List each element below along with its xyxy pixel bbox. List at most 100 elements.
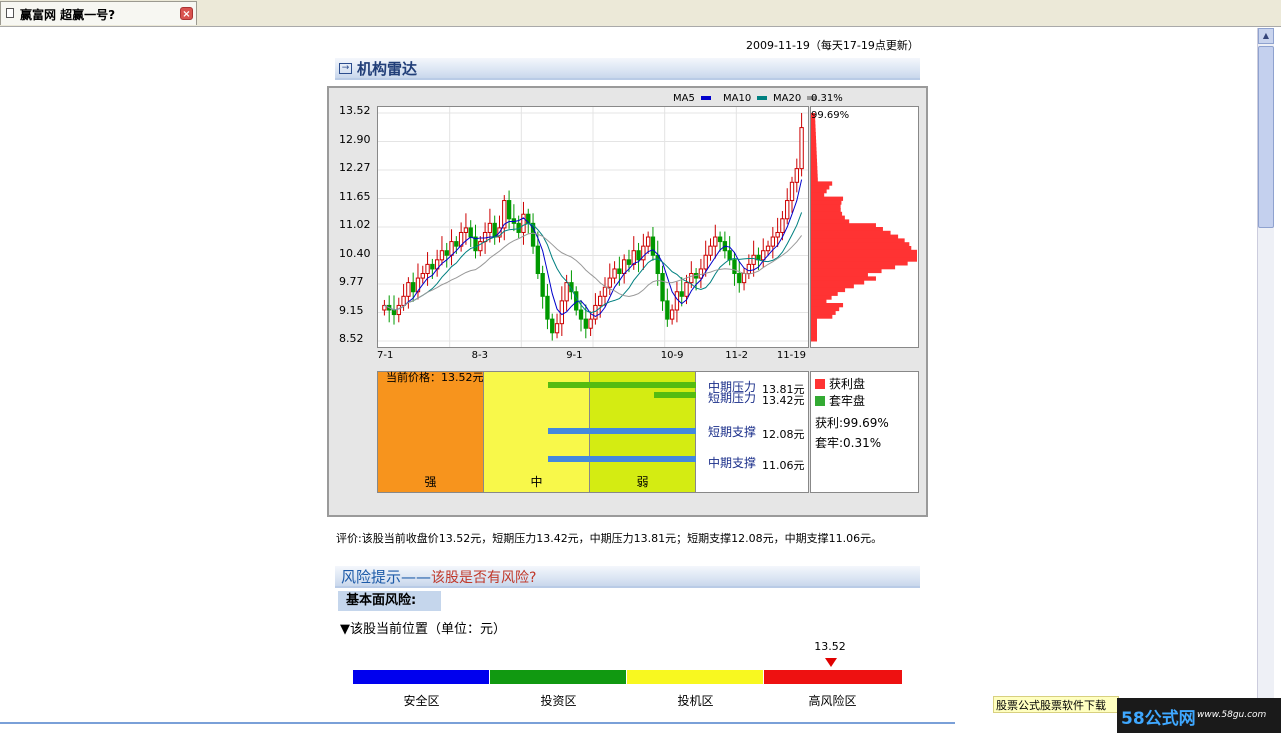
candle-body [449,241,454,256]
band-safe [353,670,489,684]
chip-bar [811,295,832,300]
chip-bar [811,257,917,262]
candle-body [741,273,747,284]
chip-bar [811,120,816,125]
band-high-risk [764,670,902,684]
site-logo[interactable]: 58公式网 www.58gu.com [1117,698,1281,733]
chip-bar [811,242,910,247]
chip-bar [811,173,818,179]
candle-body [765,245,771,252]
candle-body [621,259,627,275]
chip-bar [811,268,882,274]
candle-body [406,282,411,297]
chip-bar [811,234,899,239]
candle-body [636,250,641,261]
trapped-ratio: 套牢:0.31% [815,436,882,450]
candle-body [420,273,425,279]
candle-body [607,277,612,288]
candle-body [540,273,545,297]
chip-bar [811,310,836,315]
logo-text: 58公式网 [1121,709,1196,729]
y-tick-label: 8.52 [339,332,364,345]
candle-body [645,236,651,247]
scroll-up-icon[interactable]: ▲ [1258,28,1274,44]
price-chart [377,106,809,348]
candle-body [660,273,665,302]
chip-bar [811,333,817,338]
chip-bar [811,204,841,209]
chip-bar [811,272,868,277]
candle-body [679,291,684,297]
candle-body [698,268,704,279]
candle-body [583,318,588,329]
candle-body [669,309,675,320]
chip-bar [811,124,816,129]
candle-body [631,250,636,265]
browser-tab[interactable]: 赢富网 超赢一号? × [0,1,197,25]
fundamental-risk-label: 基本面风险: [338,591,441,611]
candle-body [717,236,723,243]
chip-bar [811,265,896,270]
chip-bar [811,158,817,163]
chip-bar [811,261,908,266]
level-bar-mid-pressure [548,382,696,388]
candle-body [746,263,752,275]
candle-body [751,254,756,265]
band-label-speculate: 投机区 [677,694,714,708]
vertical-scrollbar[interactable]: ▲ [1257,28,1274,718]
candle-body [444,250,449,256]
candle-body [588,318,593,329]
section-header-risk: 风险提示——该股是否有风险? [335,566,920,588]
chip-profile [810,106,919,348]
candle-body [674,291,680,311]
close-icon[interactable]: × [180,7,193,20]
chip-bar [811,177,818,182]
chip-bar [811,284,854,289]
chip-bar [811,208,841,213]
candle-body [550,318,555,334]
level-bar-mid-support [548,456,696,462]
chip-bar [811,154,817,160]
candle-body [655,254,660,275]
candle-body [506,200,512,220]
marker-triangle-icon [825,658,837,667]
candle-body [789,181,795,202]
update-date: 2009-11-19（每天17-19点更新） [746,39,919,52]
chip-bar [811,227,883,232]
candle-body [482,231,488,243]
candle-body [430,263,435,270]
logo-url: www.58gu.com [1197,710,1267,720]
chip-bar [811,299,827,304]
section-title: 机构雷达 [357,60,418,78]
y-tick-label: 9.15 [339,303,364,317]
chip-bar [811,249,917,255]
candle-body [554,323,560,334]
chip-bar [811,196,844,201]
candle-body [612,268,617,279]
chip-bar [811,246,912,251]
scroll-thumb[interactable] [1258,46,1274,228]
bottom-divider [0,722,955,724]
profit-percent: 99.69% [811,110,850,121]
x-tick-label: 10-9 [660,350,684,361]
candle-body [521,213,526,233]
candle-body [617,268,622,275]
candle-body [785,200,790,220]
ad-banner[interactable]: 股票公式股票软件下载 [993,696,1119,713]
candle-body [559,300,565,325]
candle-body [761,250,766,261]
profit-summary: 获利盘 套牢盘 获利:99.69% 套牢:0.31% [810,371,919,493]
x-tick-label: 9-1 [566,350,583,361]
chip-bar [811,325,817,331]
chip-bar [811,253,917,258]
chip-bar [811,147,817,152]
band-invest [490,670,626,684]
candle-body [487,222,493,233]
candle-body [468,227,473,238]
candle-body [593,304,598,320]
candle-body [535,245,541,275]
level-value-short-support: 12.08元 [762,428,805,441]
chip-bar [811,219,850,224]
chip-profile-svg [811,113,917,342]
band-speculate [627,670,763,684]
